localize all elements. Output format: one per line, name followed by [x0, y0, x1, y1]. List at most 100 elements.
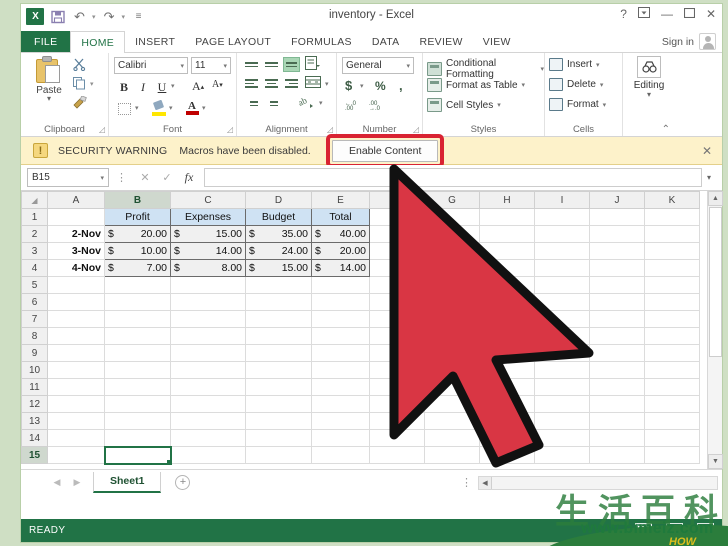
- cell-A11[interactable]: [47, 378, 105, 396]
- accounting-format-button[interactable]: $: [345, 78, 352, 93]
- vertical-scrollbar[interactable]: ▲ ▼: [707, 191, 723, 469]
- cell-J5[interactable]: [589, 276, 645, 294]
- cell-F11[interactable]: [369, 378, 425, 396]
- align-left-button[interactable]: [243, 76, 260, 91]
- cell-G6[interactable]: [424, 293, 480, 311]
- cell-G10[interactable]: [424, 361, 480, 379]
- cell-J3[interactable]: [589, 242, 645, 260]
- cell-G4[interactable]: [424, 259, 480, 277]
- cell-E14[interactable]: [311, 429, 370, 447]
- fill-color-button[interactable]: [151, 99, 167, 116]
- cell-H6[interactable]: [479, 293, 535, 311]
- cell-G9[interactable]: [424, 344, 480, 362]
- row-header-9[interactable]: 9: [21, 344, 48, 362]
- cell-J10[interactable]: [589, 361, 645, 379]
- cell-J4[interactable]: [589, 259, 645, 277]
- cell-A14[interactable]: [47, 429, 105, 447]
- cell-K8[interactable]: [644, 327, 700, 345]
- cell-D4[interactable]: $ 15.00: [245, 259, 312, 277]
- cell-B11[interactable]: [104, 378, 171, 396]
- cell-H2[interactable]: [479, 225, 535, 243]
- alignment-dialog-launcher-icon[interactable]: ◿: [327, 125, 333, 134]
- cell-F5[interactable]: [369, 276, 425, 294]
- cell-K7[interactable]: [644, 310, 700, 328]
- editing-button[interactable]: Editing ▾: [631, 56, 667, 99]
- format-painter-icon[interactable]: [73, 95, 87, 112]
- cell-G5[interactable]: [424, 276, 480, 294]
- cell-I9[interactable]: [534, 344, 590, 362]
- column-header-I[interactable]: I: [534, 191, 590, 209]
- tab-data[interactable]: DATA: [362, 31, 410, 52]
- ribbon-display-options-button[interactable]: [637, 7, 650, 20]
- column-header-A[interactable]: A: [47, 191, 105, 209]
- cell-F3[interactable]: [369, 242, 425, 260]
- cell-H7[interactable]: [479, 310, 535, 328]
- cell-C2[interactable]: $ 15.00: [170, 225, 246, 243]
- cell-F8[interactable]: [369, 327, 425, 345]
- cell-H4[interactable]: [479, 259, 535, 277]
- cell-B10[interactable]: [104, 361, 171, 379]
- cell-H9[interactable]: [479, 344, 535, 362]
- cell-G11[interactable]: [424, 378, 480, 396]
- row-header-10[interactable]: 10: [21, 361, 48, 379]
- normal-view-button[interactable]: [635, 523, 652, 538]
- underline-button[interactable]: U: [154, 79, 170, 95]
- cell-K1[interactable]: [644, 208, 700, 226]
- decrease-indent-button[interactable]: [243, 96, 260, 111]
- page-break-preview-button[interactable]: [697, 523, 714, 538]
- cell-E11[interactable]: [311, 378, 370, 396]
- copy-icon[interactable]: [73, 77, 86, 93]
- font-color-caret-icon[interactable]: ▾: [202, 104, 206, 112]
- sheet-tab-sheet1[interactable]: Sheet1: [93, 472, 162, 493]
- cell-K9[interactable]: [644, 344, 700, 362]
- cell-A9[interactable]: [47, 344, 105, 362]
- cell-B9[interactable]: [104, 344, 171, 362]
- cell-E4[interactable]: $ 14.00: [311, 259, 370, 277]
- cell-H12[interactable]: [479, 395, 535, 413]
- align-center-button[interactable]: [263, 76, 280, 91]
- cell-D10[interactable]: [245, 361, 312, 379]
- cell-K2[interactable]: [644, 225, 700, 243]
- confirm-entry-icon[interactable]: ✓: [156, 171, 178, 184]
- tab-page-layout[interactable]: PAGE LAYOUT: [185, 31, 281, 52]
- fill-color-caret-icon[interactable]: ▾: [169, 104, 173, 112]
- cell-E2[interactable]: $ 40.00: [311, 225, 370, 243]
- cell-J8[interactable]: [589, 327, 645, 345]
- next-sheet-button[interactable]: ▶: [67, 477, 87, 488]
- cell-A3[interactable]: 3-Nov: [47, 242, 105, 260]
- cell-F1[interactable]: [369, 208, 425, 226]
- cell-D6[interactable]: [245, 293, 312, 311]
- cell-K13[interactable]: [644, 412, 700, 430]
- cell-E12[interactable]: [311, 395, 370, 413]
- clipboard-dialog-launcher-icon[interactable]: ◿: [99, 125, 105, 134]
- cell-K4[interactable]: [644, 259, 700, 277]
- font-name-select[interactable]: Calibri ▾: [114, 57, 188, 74]
- column-header-C[interactable]: C: [170, 191, 246, 209]
- cell-K5[interactable]: [644, 276, 700, 294]
- cell-J14[interactable]: [589, 429, 645, 447]
- cell-E5[interactable]: [311, 276, 370, 294]
- cell-K12[interactable]: [644, 395, 700, 413]
- cell-D12[interactable]: [245, 395, 312, 413]
- cell-C5[interactable]: [170, 276, 246, 294]
- cell-H8[interactable]: [479, 327, 535, 345]
- cell-G12[interactable]: [424, 395, 480, 413]
- cell-C15[interactable]: [170, 446, 246, 464]
- row-header-13[interactable]: 13: [21, 412, 48, 430]
- cell-J11[interactable]: [589, 378, 645, 396]
- formula-bar-grip[interactable]: ⋮: [116, 171, 127, 184]
- number-dialog-launcher-icon[interactable]: ◿: [413, 125, 419, 134]
- cell-B5[interactable]: [104, 276, 171, 294]
- column-header-F[interactable]: F: [369, 191, 425, 209]
- vertical-scroll-thumb[interactable]: [709, 207, 722, 357]
- cell-E3[interactable]: $ 20.00: [311, 242, 370, 260]
- horizontal-scrollbar[interactable]: ◀: [478, 475, 718, 490]
- cell-H3[interactable]: [479, 242, 535, 260]
- cell-C3[interactable]: $ 14.00: [170, 242, 246, 260]
- increase-font-size-button[interactable]: A ▴: [192, 79, 204, 94]
- cell-B3[interactable]: $ 10.00: [104, 242, 171, 260]
- cell-G15[interactable]: [424, 446, 480, 464]
- copy-caret-icon[interactable]: ▾: [90, 80, 94, 88]
- font-dialog-launcher-icon[interactable]: ◿: [227, 125, 233, 134]
- orientation-button[interactable]: ab: [297, 95, 315, 112]
